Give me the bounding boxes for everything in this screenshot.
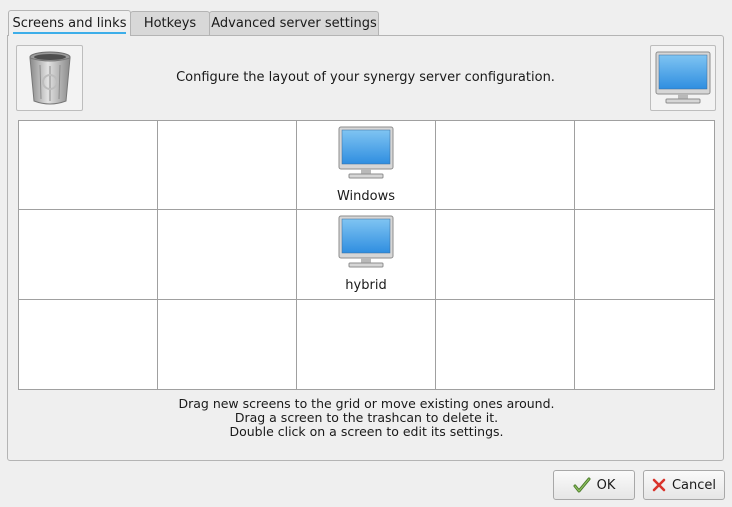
instruction-line: Drag new screens to the grid or move exi… — [178, 396, 555, 411]
grid-cell[interactable] — [575, 210, 714, 300]
screen-windows[interactable] — [337, 125, 395, 185]
ok-button[interactable]: OK — [553, 470, 635, 500]
tab-hotkeys[interactable]: Hotkeys — [130, 11, 210, 35]
grid-cell[interactable] — [158, 121, 297, 211]
instruction-line: Drag a screen to the trashcan to delete … — [234, 410, 499, 425]
monitor-icon — [338, 215, 394, 268]
close-icon — [652, 478, 666, 492]
grid-cell[interactable] — [158, 210, 297, 300]
grid-cell[interactable] — [436, 299, 575, 389]
grid-cell[interactable] — [19, 299, 158, 389]
grid-cell[interactable] — [297, 299, 436, 389]
screen-hybrid[interactable] — [337, 214, 395, 274]
instructions: Drag new screens to the grid or move exi… — [18, 397, 715, 439]
grid-cell[interactable] — [436, 121, 575, 211]
tab-label: Screens and links — [12, 16, 127, 34]
grid-cell-screen-hybrid[interactable]: hybrid — [297, 210, 436, 300]
monitor-icon — [655, 51, 711, 104]
screens-and-links-panel: Configure the layout of your synergy ser… — [7, 35, 724, 461]
monitor-icon — [338, 126, 394, 179]
grid-cell[interactable] — [19, 121, 158, 211]
ok-label: OK — [596, 477, 616, 493]
tab-label: Advanced server settings — [211, 16, 377, 31]
instruction-line: Double click on a screen to edit its set… — [229, 424, 504, 439]
cancel-label: Cancel — [671, 477, 717, 493]
grid-cell[interactable] — [436, 210, 575, 300]
tab-advanced-server-settings[interactable]: Advanced server settings — [209, 11, 379, 35]
screen-label: Windows — [336, 189, 396, 204]
grid-cell[interactable] — [19, 210, 158, 300]
header-text: Configure the layout of your synergy ser… — [176, 70, 555, 85]
tab-bar: Screens and links Hotkeys Advanced serve… — [8, 10, 379, 36]
tab-screens-and-links[interactable]: Screens and links — [8, 10, 131, 36]
tab-label: Hotkeys — [143, 16, 197, 31]
checkmark-icon — [573, 477, 591, 493]
grid-cell[interactable] — [575, 121, 714, 211]
new-screen[interactable] — [650, 45, 716, 111]
grid-cell-screen-windows[interactable]: Windows — [297, 121, 436, 211]
cancel-button[interactable]: Cancel — [643, 470, 725, 500]
trash-can-icon — [28, 51, 71, 105]
trash-can[interactable] — [16, 45, 83, 111]
screen-label: hybrid — [345, 278, 387, 294]
grid-cell[interactable] — [575, 300, 714, 389]
grid-cell[interactable] — [158, 299, 297, 389]
screen-grid[interactable]: Windows hybrid — [18, 120, 715, 390]
